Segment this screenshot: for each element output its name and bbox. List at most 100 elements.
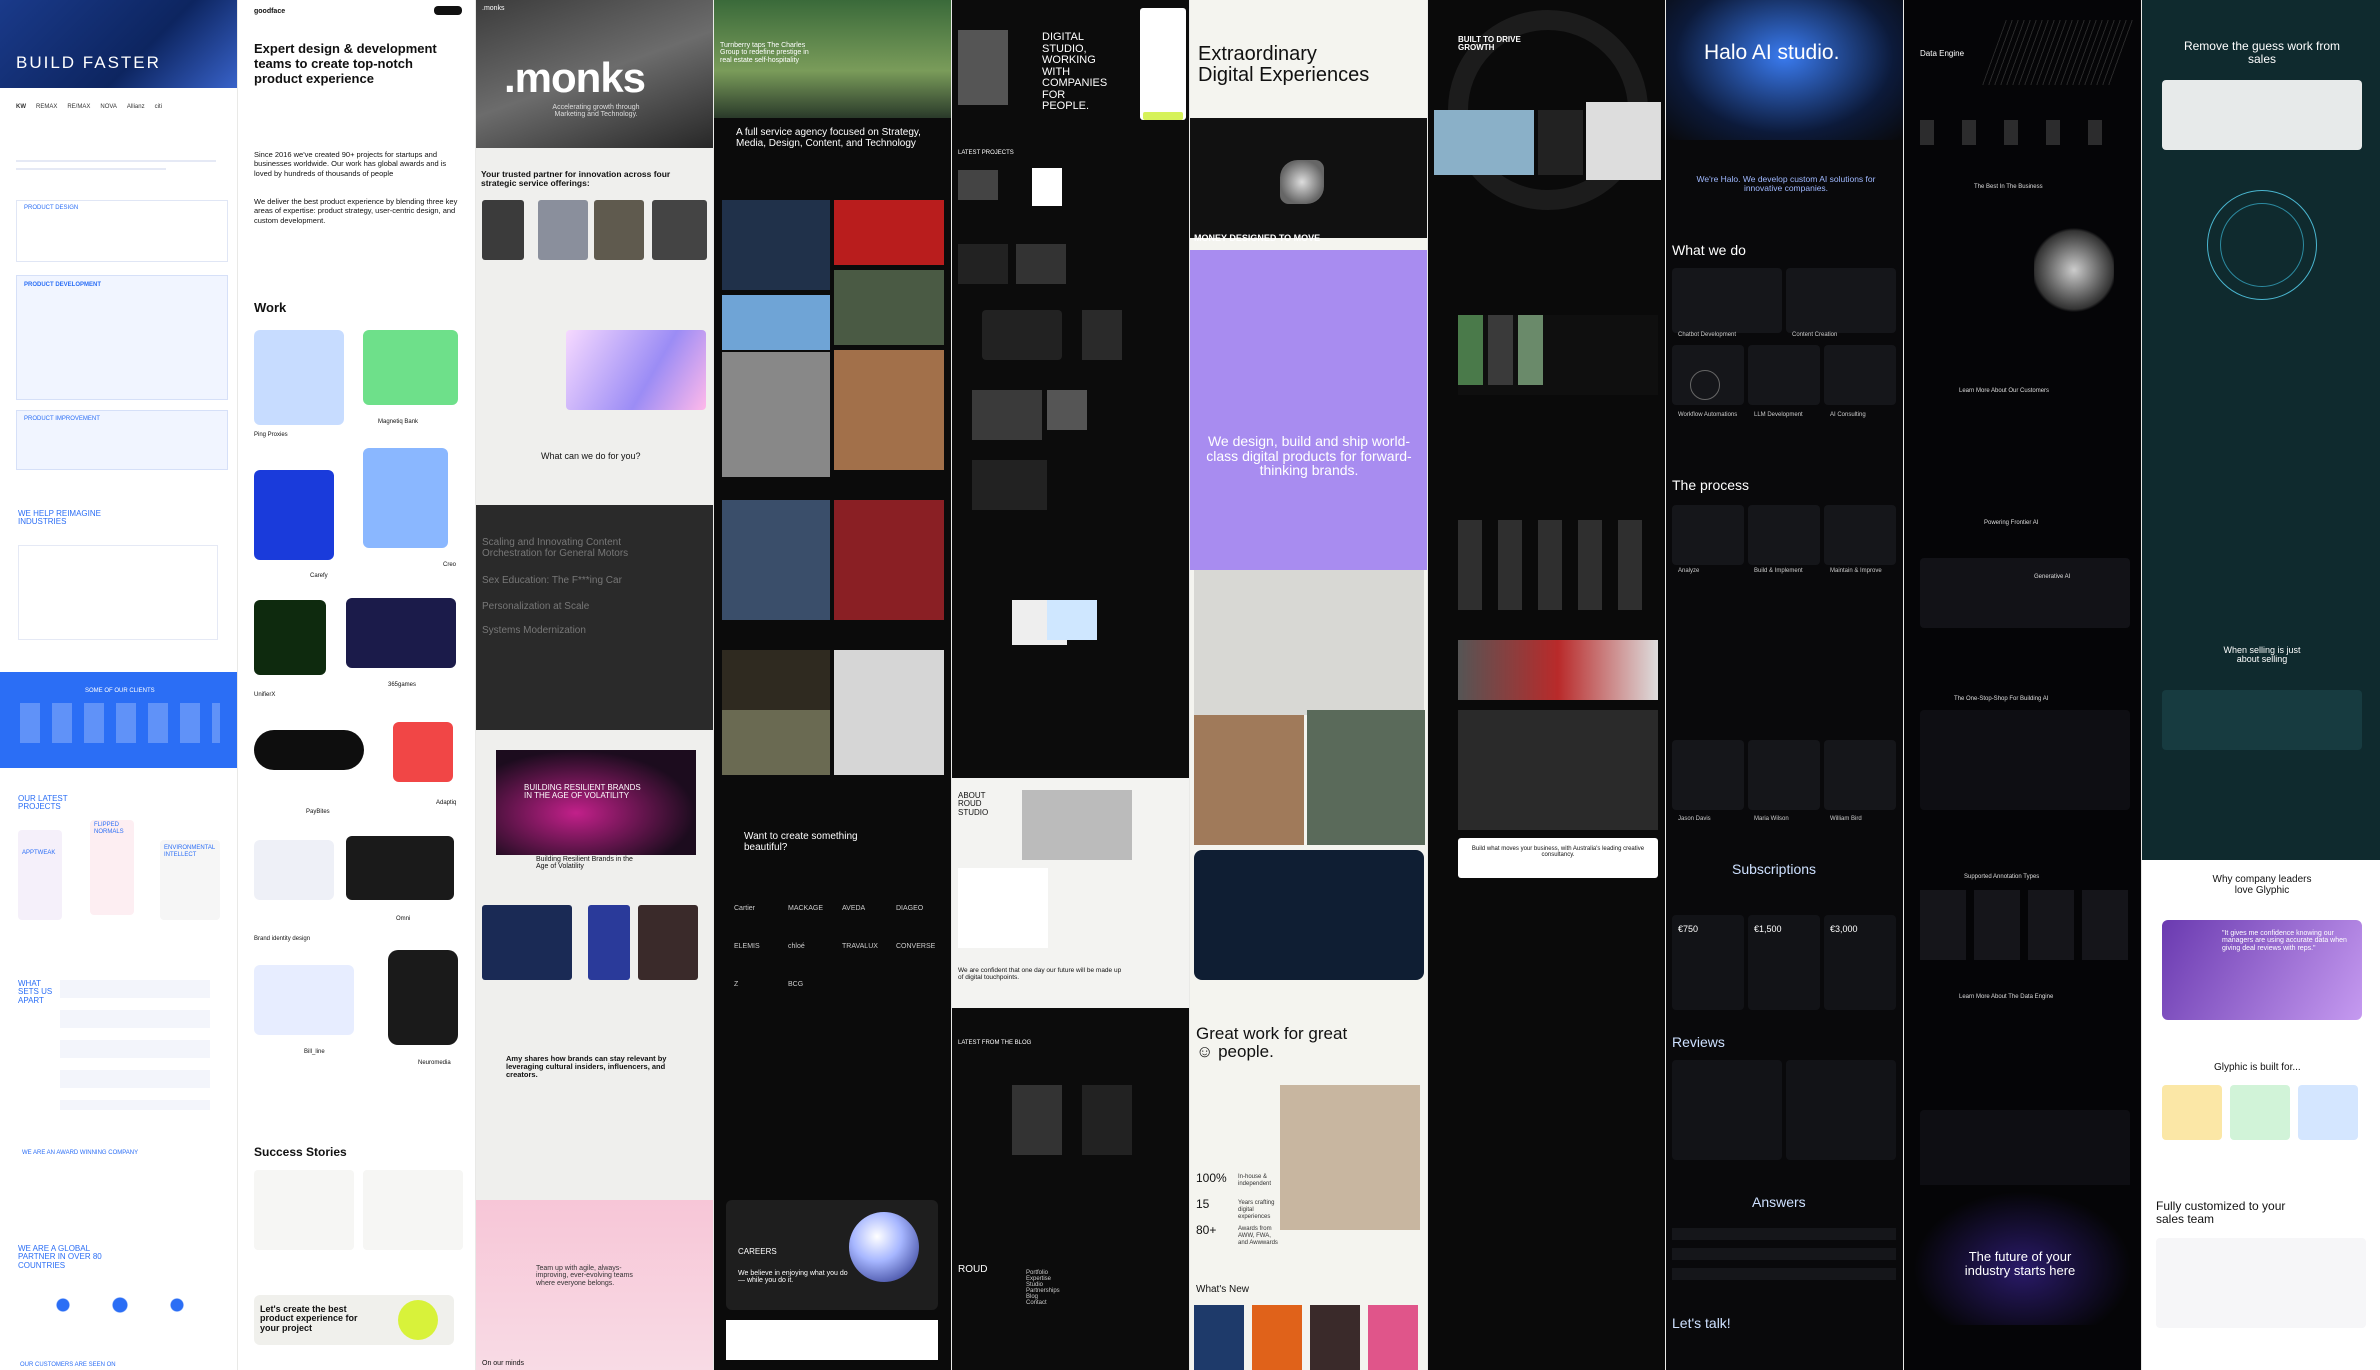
de-best: The Best In The Business bbox=[1974, 184, 2043, 190]
growth-hero: BUILT TO DRIVE GROWTH bbox=[1458, 35, 1521, 53]
service-label: AI Consulting bbox=[1830, 412, 1866, 418]
monks-hero: .monks bbox=[504, 54, 646, 101]
roud-logo[interactable]: ROUD bbox=[958, 1264, 987, 1276]
work-item-label[interactable]: PayBites bbox=[306, 809, 330, 816]
charles-hero: Turnberry taps The Charles Group to rede… bbox=[720, 42, 809, 64]
project-env[interactable]: ENVIRONMENTAL INTELLECT bbox=[164, 845, 222, 859]
topic-item[interactable]: Personalization at Scale bbox=[482, 601, 682, 613]
step-label: Build & Implement bbox=[1754, 568, 1803, 574]
roud-about: ABOUT ROUD STUDIO bbox=[958, 791, 989, 817]
work-item-label[interactable]: Omni bbox=[396, 916, 410, 923]
glyphic-built: Glyphic is built for... bbox=[2214, 1062, 2301, 1073]
work-item-label[interactable]: Adaptiq bbox=[436, 800, 456, 807]
work-item-label[interactable]: Bill_line bbox=[304, 1049, 325, 1056]
stat-label: In-house & independent bbox=[1238, 1174, 1272, 1188]
resilient-title: BUILDING RESILIENT BRANDS IN THE AGE OF … bbox=[524, 783, 641, 801]
monks-what: What can we do for you? bbox=[541, 451, 641, 461]
section-product-development: PRODUCT DEVELOPMENT bbox=[24, 282, 102, 288]
de-hero: Data Engine bbox=[1920, 49, 1965, 58]
work-item-label[interactable]: Brand identity design bbox=[254, 936, 310, 943]
monks-shares: Amy shares how brands can stay relevant … bbox=[506, 1054, 667, 1079]
topic-item[interactable]: Scaling and Innovating Content Orchestra… bbox=[482, 537, 652, 559]
strip-data-engine: Data Engine The Best In The Business Lea… bbox=[1904, 0, 2141, 1370]
strip-build-faster: BUILD FASTER KW REMAX RE/MAX NOVA Allianz cit… bbox=[0, 0, 237, 1370]
price: €750 bbox=[1678, 924, 1699, 934]
work-item-label[interactable]: Ping Proxies bbox=[254, 432, 288, 439]
work-item-label[interactable]: 365games bbox=[388, 682, 416, 689]
halo-answers: Answers bbox=[1752, 1194, 1806, 1210]
extra-new: What's New bbox=[1196, 1284, 1250, 1295]
stat-2: 15 bbox=[1196, 1197, 1210, 1211]
project-apptweak[interactable]: APPTWEAK bbox=[22, 850, 55, 857]
glyphic-custom: Fully customized to your sales team bbox=[2156, 1199, 2286, 1226]
roud-hero: DIGITAL STUDIO, WORKING WITH COMPANIES F… bbox=[1042, 31, 1108, 113]
strip-halo: Halo AI studio. We're Halo. We develop c… bbox=[1666, 0, 1903, 1370]
step-label: Maintain & Improve bbox=[1830, 568, 1882, 574]
topic-item[interactable]: Systems Modernization bbox=[482, 625, 682, 637]
logo-row: KW REMAX RE/MAX NOVA Allianz citi bbox=[16, 104, 162, 110]
award-heading: WE ARE AN AWARD WINNING COMPANY bbox=[22, 1150, 139, 1156]
de-learn[interactable]: Learn More About Our Customers bbox=[1959, 388, 2049, 395]
goodface-logo[interactable]: goodface bbox=[254, 8, 285, 15]
service-label: LLM Development bbox=[1754, 412, 1803, 418]
halo-talk[interactable]: Let's talk! bbox=[1672, 1316, 1731, 1331]
work-heading: Work bbox=[254, 300, 287, 315]
strip-charles: Turnberry taps The Charles Group to rede… bbox=[714, 0, 951, 1370]
contact-button[interactable] bbox=[434, 6, 462, 15]
work-item-label[interactable]: Magnetiq Bank bbox=[378, 419, 418, 426]
work-item-label[interactable]: Carefy bbox=[310, 573, 328, 580]
glyphic-why: Why company leaders love Glyphic bbox=[2212, 874, 2312, 896]
halo-reviews: Reviews bbox=[1672, 1034, 1725, 1050]
team-member: William Bird bbox=[1830, 816, 1862, 822]
strip-extraordinary: Extraordinary Digital Experiences MONEY … bbox=[1190, 0, 1427, 1370]
halo-subs: Subscriptions bbox=[1732, 861, 1817, 877]
monks-logo[interactable]: .monks bbox=[482, 5, 505, 12]
client-logos: Cartier MACKAGE AVEDA DIAGEO ELEMIS chloé TRAV… bbox=[734, 905, 936, 988]
apart-heading: WHAT SETS US APART bbox=[18, 979, 53, 1005]
roud-blog: LATEST FROM THE BLOG bbox=[958, 1040, 1032, 1046]
halo-process: The process bbox=[1672, 477, 1750, 493]
latest-heading: OUR LATEST PROJECTS bbox=[18, 794, 68, 812]
section-product-improvement: PRODUCT IMPROVEMENT bbox=[24, 416, 100, 422]
careers-heading: CAREERS bbox=[738, 1247, 777, 1256]
project-flipped[interactable]: FLIPPED NORMALS bbox=[94, 822, 134, 836]
service-label: Chatbot Development bbox=[1678, 332, 1737, 338]
footer-note: OUR CUSTOMERS ARE SEEN ON bbox=[20, 1362, 116, 1368]
strip-monks: .monks .monks Accelerating growth throug… bbox=[476, 0, 713, 1370]
de-frontier: Powering Frontier AI bbox=[1984, 520, 2039, 526]
work-item-label[interactable]: Neuromedia bbox=[418, 1060, 451, 1067]
success-heading: Success Stories bbox=[254, 1145, 347, 1159]
goodface-deliver: We deliver the best product experience b… bbox=[254, 197, 458, 225]
partner-heading: WE ARE A GLOBAL PARTNER IN OVER 80 COUNT… bbox=[18, 1244, 102, 1270]
de-stop: The One-Stop-Shop For Building AI bbox=[1954, 696, 2049, 702]
hero-title: BUILD FASTER bbox=[16, 53, 161, 72]
footer-nav: Portfolio Expertise Studio Partnerships Blog… bbox=[1026, 1270, 1060, 1306]
glyphic-quote: "It gives me confidence knowing our mana… bbox=[2222, 930, 2347, 952]
goodface-cta: Let's create the best product experience… bbox=[260, 1304, 358, 1333]
price: €1,500 bbox=[1754, 924, 1782, 934]
money-banner: MONEY DESIGNED TO MOVE bbox=[1194, 233, 1321, 243]
halo-hero: Halo AI studio. bbox=[1704, 41, 1840, 64]
glyphic-hero: Remove the guess work from sales bbox=[2183, 39, 2341, 66]
strip-goodface: goodface Expert design & development tea… bbox=[238, 0, 475, 1370]
monks-tagline: Accelerating growth through Marketing an… bbox=[552, 104, 640, 119]
work-item-label[interactable]: Creo bbox=[443, 562, 456, 569]
charles-agency: A full service agency focused on Strateg… bbox=[736, 127, 921, 149]
extra-purple: We design, build and ship world-class di… bbox=[1206, 433, 1412, 479]
growth-cta: Build what moves your business, with Aus… bbox=[1471, 846, 1645, 859]
stat-label: Years crafting digital experiences bbox=[1238, 1200, 1275, 1221]
strip-glyphic: Remove the guess work from sales When se… bbox=[2142, 0, 2380, 1370]
de-learn2[interactable]: Learn More About The Data Engine bbox=[1959, 994, 2053, 1001]
monks-partner: Your trusted partner for innovation acro… bbox=[481, 169, 671, 188]
goodface-since: Since 2016 we've created 90+ projects fo… bbox=[254, 150, 447, 178]
topic-item[interactable]: Sex Education: The F***ing Car bbox=[482, 575, 692, 587]
clients-heading: SOME OF OUR CLIENTS bbox=[85, 688, 155, 694]
roud-latest: LATEST PROJECTS bbox=[958, 150, 1014, 156]
price: €3,000 bbox=[1830, 924, 1858, 934]
strip-drive-growth: BUILT TO DRIVE GROWTH Build what moves y… bbox=[1428, 0, 1665, 1370]
stat-1: 100% bbox=[1196, 1171, 1227, 1185]
careers-text: We believe in enjoying what you do — whi… bbox=[738, 1270, 848, 1285]
halo-what: What we do bbox=[1672, 242, 1746, 258]
halo-intro: We're Halo. We develop custom AI solutio… bbox=[1696, 174, 1876, 193]
work-item-label[interactable]: UnifierX bbox=[254, 692, 275, 699]
